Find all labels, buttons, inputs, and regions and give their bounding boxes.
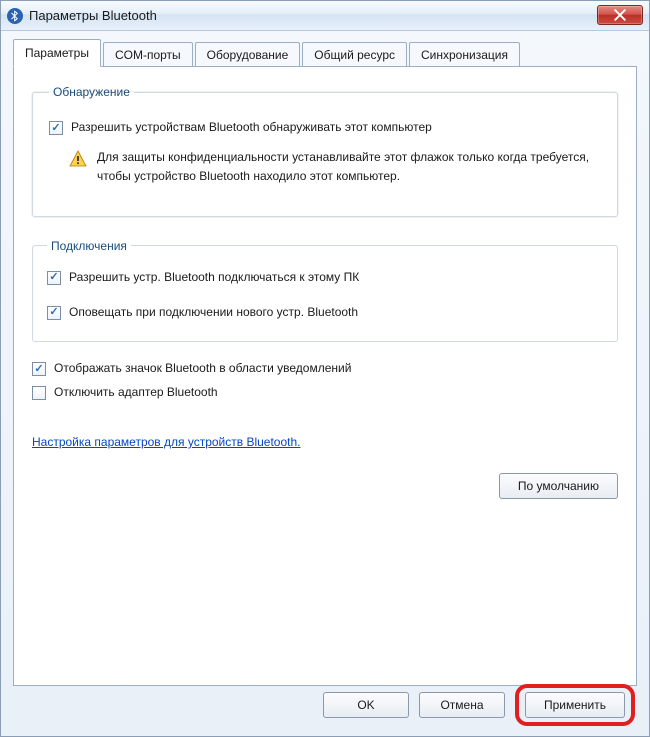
checkbox-show-tray-icon[interactable] bbox=[32, 362, 46, 376]
label-notify-new-device: Оповещать при подключении нового устр. B… bbox=[69, 304, 358, 321]
cancel-button[interactable]: Отмена bbox=[419, 692, 505, 718]
group-discovery: Обнаружение Разрешить устройствам Blueto… bbox=[32, 85, 618, 217]
checkbox-allow-connect[interactable] bbox=[47, 271, 61, 285]
group-connections-legend: Подключения bbox=[47, 239, 131, 253]
tab-panel-options: Обнаружение Разрешить устройствам Blueto… bbox=[13, 66, 637, 686]
titlebar: Параметры Bluetooth bbox=[1, 1, 649, 31]
window-title: Параметры Bluetooth bbox=[29, 8, 157, 23]
content-area: Параметры COM-порты Оборудование Общий р… bbox=[1, 31, 649, 686]
tab-sharing[interactable]: Общий ресурс bbox=[302, 42, 407, 68]
label-show-tray-icon: Отображать значок Bluetooth в области ув… bbox=[54, 360, 351, 377]
warning-text: Для защиты конфиденциальности устанавлив… bbox=[97, 148, 601, 185]
warning-icon bbox=[69, 150, 87, 168]
apply-highlight: Применить bbox=[515, 684, 635, 726]
defaults-button[interactable]: По умолчанию bbox=[499, 473, 618, 499]
checkbox-allow-discovery[interactable] bbox=[49, 121, 63, 135]
tab-com-ports[interactable]: COM-порты bbox=[103, 42, 193, 68]
label-disable-adapter: Отключить адаптер Bluetooth bbox=[54, 384, 218, 401]
tabstrip: Параметры COM-порты Оборудование Общий р… bbox=[13, 39, 637, 67]
label-allow-connect: Разрешить устр. Bluetooth подключаться к… bbox=[69, 269, 359, 286]
group-discovery-legend: Обнаружение bbox=[49, 85, 134, 99]
ok-button[interactable]: OK bbox=[323, 692, 409, 718]
label-allow-discovery: Разрешить устройствам Bluetooth обнаружи… bbox=[71, 119, 432, 136]
checkbox-disable-adapter[interactable] bbox=[32, 386, 46, 400]
tab-sync[interactable]: Синхронизация bbox=[409, 42, 520, 68]
dialog-footer: OK Отмена Применить bbox=[323, 684, 635, 726]
tab-hardware[interactable]: Оборудование bbox=[195, 42, 301, 68]
group-connections: Подключения Разрешить устр. Bluetooth по… bbox=[32, 239, 618, 343]
link-bluetooth-device-settings[interactable]: Настройка параметров для устройств Bluet… bbox=[32, 435, 301, 449]
bluetooth-icon bbox=[7, 8, 23, 24]
close-button[interactable] bbox=[597, 5, 643, 25]
apply-button[interactable]: Применить bbox=[525, 692, 625, 718]
tab-options[interactable]: Параметры bbox=[13, 39, 101, 67]
bluetooth-settings-window: Параметры Bluetooth Параметры COM-порты … bbox=[0, 0, 650, 737]
checkbox-notify-new-device[interactable] bbox=[47, 306, 61, 320]
